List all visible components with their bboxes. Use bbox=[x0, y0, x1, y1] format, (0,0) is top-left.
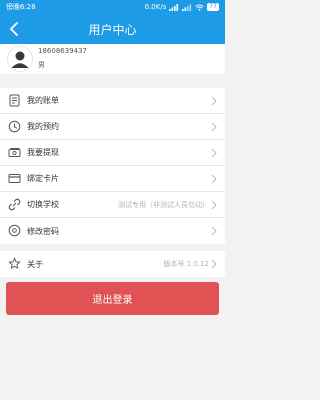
signal-icon bbox=[169, 3, 179, 11]
profile-card[interactable]: 18608639437 男 bbox=[0, 44, 225, 74]
about-group: 关于 版本号 1.0.12 bbox=[0, 251, 225, 277]
signal-icon-2 bbox=[182, 3, 192, 11]
profile-phone: 18608639437 bbox=[38, 47, 87, 55]
current-school-value: 测试专用（非测试人员勿动） bbox=[118, 200, 209, 209]
chevron-right-icon bbox=[211, 96, 217, 106]
menu-item-appointments[interactable]: 我的预约 bbox=[0, 114, 225, 140]
menu-label-change-password: 修改密码 bbox=[27, 226, 59, 236]
chevron-right-icon bbox=[211, 259, 217, 269]
version-value: 版本号 1.0.12 bbox=[163, 260, 210, 268]
menu-item-bind-card[interactable]: 绑定卡片 bbox=[0, 166, 225, 192]
status-bar: 傍晚6:28 0.0K/s 77 bbox=[0, 0, 225, 14]
menu-item-about[interactable]: 关于 版本号 1.0.12 bbox=[0, 251, 225, 277]
bill-icon bbox=[9, 94, 20, 107]
battery-indicator: 77 bbox=[207, 3, 219, 11]
profile-gender: 男 bbox=[38, 61, 45, 69]
user-avatar-icon bbox=[7, 46, 33, 72]
chevron-right-icon bbox=[211, 122, 217, 132]
chevron-right-icon bbox=[211, 226, 217, 236]
avatar bbox=[7, 46, 33, 72]
menu-label-switch-school: 切换学校 bbox=[27, 200, 59, 209]
menu-label-bind-card: 绑定卡片 bbox=[27, 174, 59, 183]
clock-icon bbox=[8, 120, 21, 133]
page-title: 用户中心 bbox=[88, 23, 137, 37]
cash-icon bbox=[8, 148, 21, 157]
menu-item-withdraw[interactable]: 我要提现 bbox=[0, 140, 225, 166]
menu-label-appointments: 我的预约 bbox=[27, 122, 59, 131]
chevron-right-icon bbox=[211, 200, 217, 210]
chevron-right-icon bbox=[211, 148, 217, 158]
network-speed: 0.0K/s bbox=[144, 3, 167, 11]
menu-label-withdraw: 我要提现 bbox=[27, 148, 59, 157]
menu-label-about: 关于 bbox=[27, 259, 43, 269]
status-indicators: 0.0K/s 77 bbox=[145, 3, 219, 11]
chevron-right-icon bbox=[211, 174, 217, 184]
nav-bar: 用户中心 bbox=[0, 14, 225, 44]
lock-icon bbox=[8, 224, 21, 237]
link-icon bbox=[8, 198, 21, 211]
logout-button[interactable]: 退出登录 bbox=[6, 282, 219, 315]
menu-item-switch-school[interactable]: 切换学校 测试专用（非测试人员勿动） bbox=[0, 192, 225, 218]
menu-label-bills: 我的账单 bbox=[27, 96, 59, 105]
wifi-icon bbox=[195, 3, 205, 11]
card-icon bbox=[8, 174, 21, 183]
menu-item-bills[interactable]: 我的账单 bbox=[0, 88, 225, 114]
menu-group: 我的账单 我的预约 我要提现 绑定卡片 切换学校 测试专用（非测试人员勿动） 修… bbox=[0, 88, 225, 244]
star-icon bbox=[8, 257, 21, 269]
status-time: 傍晚6:28 bbox=[6, 3, 36, 11]
menu-item-change-password[interactable]: 修改密码 bbox=[0, 218, 225, 244]
